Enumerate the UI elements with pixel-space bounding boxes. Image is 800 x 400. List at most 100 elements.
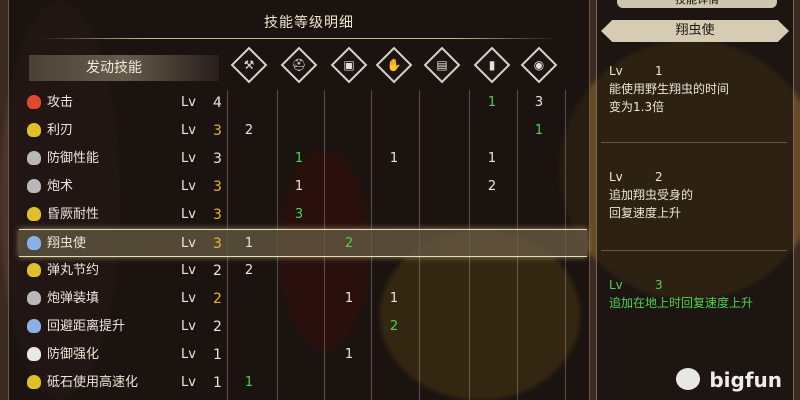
skill-points-cell: 2 [244, 263, 254, 278]
level-label: Lv [181, 291, 196, 306]
chest-armor-icon-glyph: ▣ [343, 58, 355, 72]
skill-points-cell: 2 [344, 236, 354, 251]
skill-level: 3 [213, 151, 222, 167]
weapon-icon-glyph: ⚒ [243, 58, 255, 72]
level-label: Lv [181, 151, 196, 166]
skill-detail-tab[interactable]: 技能详情 [617, 0, 777, 8]
skill-name: 攻击 [47, 95, 74, 110]
level-description: 追加在地上时回复速度上升 [609, 296, 754, 310]
skill-name: 炮弹装填 [47, 291, 100, 306]
skill-level: 3 [213, 179, 222, 195]
skill-points-cell: 3 [294, 207, 304, 222]
leg-armor-icon: ▮ [473, 46, 511, 84]
waist-armor-icon-glyph: ▤ [436, 58, 448, 72]
panel-title: 技能等级明细 [264, 15, 354, 31]
skill-level: 4 [213, 95, 222, 111]
skill-row[interactable]: 昏厥耐性 Lv 3 3 [19, 201, 587, 229]
skill-decoration-icon [27, 151, 41, 165]
skill-name: 防御性能 [47, 151, 100, 166]
skill-points-cell: 1 [344, 347, 354, 362]
skill-points-cell: 2 [244, 123, 254, 138]
level-label: Lv [181, 319, 196, 334]
level-2-detail: Lv 2 追加翔虫受身的 回复速度上升 [609, 168, 787, 222]
skill-decoration-icon [27, 236, 41, 250]
skill-level: 3 [213, 236, 222, 252]
skill-name: 炮术 [47, 179, 74, 194]
detail-divider [601, 142, 787, 143]
skill-row[interactable]: 炮术 Lv 3 1 2 [19, 173, 587, 201]
skill-row[interactable]: 回避距离提升 Lv 2 2 [19, 313, 587, 341]
skill-points-cell: 1 [294, 179, 304, 194]
skill-points-cell: 2 [389, 319, 399, 334]
skill-points-cell: 3 [534, 95, 544, 110]
skill-points-cell: 1 [244, 236, 254, 251]
helmet-icon-glyph: ⛑ [291, 58, 307, 72]
skill-points-cell: 1 [487, 151, 497, 166]
level-description: 回复速度上升 [609, 206, 682, 220]
skill-name: 翔虫使 [47, 236, 87, 251]
skill-row[interactable]: 炮弹装填 Lv 2 1 1 [19, 285, 587, 313]
active-skills-header: 发动技能 [86, 60, 142, 76]
skill-points-cell: 1 [294, 151, 304, 166]
skill-level: 1 [213, 347, 222, 363]
skill-row[interactable]: 攻击 Lv 4 1 3 [19, 89, 587, 117]
level-label: Lv [181, 95, 196, 110]
level-1-detail: Lv 1 能使用野生翔虫的时间 变为1.3倍 [609, 62, 787, 116]
level-description: 变为1.3倍 [609, 100, 665, 114]
skill-level: 3 [213, 123, 222, 139]
skill-row[interactable]: 砥石使用高速化 Lv 1 1 [19, 369, 587, 397]
skill-decoration-icon [27, 347, 41, 361]
arm-armor-icon-glyph: ✋ [386, 58, 402, 72]
skill-breakdown-panel: 技能等级明细 发动技能 ⚒ ⛑ ▣ ✋ ▤ ▮ ◉ 攻击 Lv 4 1 3 利刃 Lv 3 2 1 防御性能 Lv… [8, 0, 590, 400]
level-label: Lv [181, 207, 196, 222]
skill-row[interactable]: 防御强化 Lv 1 1 [19, 341, 587, 369]
skill-decoration-icon [27, 207, 41, 221]
arm-armor-icon: ✋ [375, 46, 413, 84]
level-number: 1 [655, 64, 663, 78]
skill-name: 昏厥耐性 [47, 207, 100, 222]
skill-level: 2 [213, 291, 222, 307]
bigfun-logo-icon [676, 368, 700, 390]
skill-points-cell: 1 [389, 291, 399, 306]
skill-points-cell: 1 [534, 123, 544, 138]
level-number: 2 [655, 170, 663, 184]
skill-level: 3 [213, 207, 222, 223]
skill-detail-panel: 技能详情 翔虫使 Lv 1 能使用野生翔虫的时间 变为1.3倍 Lv 2 追加翔虫受… [596, 0, 794, 400]
detail-divider [601, 250, 787, 251]
skill-name: 防御强化 [47, 347, 100, 362]
skill-decoration-icon [27, 291, 41, 305]
skill-points-cell: 1 [344, 291, 354, 306]
leg-armor-icon-glyph: ▮ [488, 58, 496, 72]
skill-name: 回避距离提升 [47, 319, 126, 334]
level-label: Lv [609, 170, 623, 184]
skill-decoration-icon [27, 179, 41, 193]
skill-name: 弹丸节约 [47, 263, 100, 278]
level-label: Lv [181, 263, 196, 278]
skill-level: 1 [213, 375, 222, 391]
skill-row[interactable]: 防御性能 Lv 3 1 1 1 [19, 145, 587, 173]
level-3-detail: Lv 3 追加在地上时回复速度上升 [609, 276, 787, 312]
skill-row[interactable]: 弹丸节约 Lv 2 2 [19, 257, 587, 285]
level-description: 追加翔虫受身的 [609, 188, 694, 202]
skill-level: 2 [213, 319, 222, 335]
skill-decoration-icon [27, 263, 41, 277]
skill-decoration-icon [27, 95, 41, 109]
skill-name: 利刃 [47, 123, 74, 138]
skill-points-cell: 1 [244, 375, 254, 390]
skill-name: 砥石使用高速化 [47, 375, 139, 390]
skill-row[interactable]: 翔虫使 Lv 3 1 2 [19, 229, 587, 257]
talisman-icon: ◉ [520, 46, 558, 84]
level-label: Lv [181, 375, 196, 390]
skill-decoration-icon [27, 319, 41, 333]
waist-armor-icon: ▤ [423, 46, 461, 84]
skill-points-cell: 2 [487, 179, 497, 194]
level-label: Lv [181, 236, 196, 251]
level-label: Lv [609, 64, 623, 78]
skill-row[interactable]: 利刃 Lv 3 2 1 [19, 117, 587, 145]
detail-skill-name: 翔虫使 [675, 23, 715, 38]
level-description: 能使用野生翔虫的时间 [609, 82, 730, 96]
level-number: 3 [655, 278, 663, 292]
level-label: Lv [609, 278, 623, 292]
skill-decoration-icon [27, 123, 41, 137]
watermark: bigfun [709, 368, 782, 392]
